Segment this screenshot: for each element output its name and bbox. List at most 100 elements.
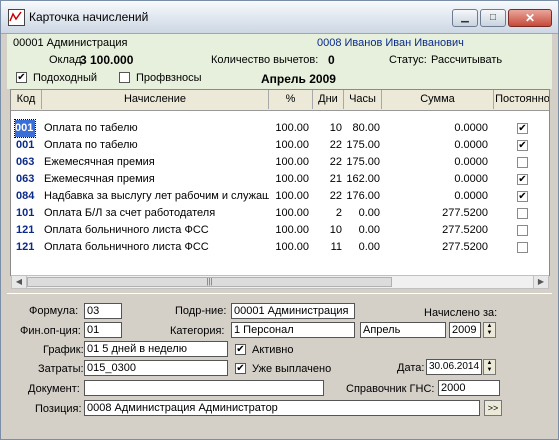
- cell-code: 121: [16, 241, 35, 253]
- cell-pct: 100.00: [275, 224, 309, 236]
- formula-label: Формула:: [29, 305, 79, 317]
- document-label: Документ:: [28, 383, 80, 395]
- col-header-days[interactable]: Дни: [313, 90, 344, 109]
- minimize-button[interactable]: ▁: [452, 9, 478, 27]
- cell-sum: 0.0000: [454, 139, 488, 151]
- permanent-checkbox[interactable]: ✔: [517, 174, 528, 185]
- cell-name: Оплата по табелю: [44, 139, 138, 151]
- cell-code: 001: [16, 139, 35, 151]
- spin-down-icon[interactable]: ▼: [484, 330, 495, 337]
- cell-name: Оплата больничного листа ФСС: [44, 241, 209, 253]
- window-title: Карточка начислений: [29, 10, 149, 24]
- year-spinner[interactable]: ▲ ▼: [483, 322, 496, 338]
- maximize-button[interactable]: □: [480, 9, 506, 27]
- finop-label: Фин.оп-ция:: [20, 325, 81, 337]
- cell-days: 22: [329, 156, 342, 168]
- already-paid-checkbox[interactable]: ✔: [235, 363, 246, 374]
- date-label: Дата:: [397, 362, 425, 374]
- cell-name: Оплата больничного листа ФСС: [44, 224, 209, 236]
- permanent-checkbox[interactable]: ✔: [517, 191, 528, 202]
- app-icon: [8, 9, 25, 26]
- category-field[interactable]: 1 Персонал: [231, 322, 355, 338]
- col-header-hours[interactable]: Часы: [344, 90, 382, 109]
- accruals-grid[interactable]: Код Начисление % Дни Часы Сумма Постоянн…: [10, 89, 550, 276]
- permanent-checkbox[interactable]: [517, 242, 528, 253]
- col-header-permanent[interactable]: Постоянно: [494, 90, 549, 109]
- table-row[interactable]: 001 Оплата по табелю 100.00 10 80.00 0.0000 ✔: [11, 119, 549, 138]
- spin-down-icon[interactable]: ▼: [484, 367, 495, 374]
- position-label: Позиция:: [35, 403, 82, 415]
- cell-days: 10: [329, 224, 342, 236]
- cell-pct: 100.00: [275, 139, 309, 151]
- cell-sum: 277.5200: [442, 207, 488, 219]
- unit-field[interactable]: 00001 Администрация: [231, 303, 355, 319]
- position-lookup-button[interactable]: >>: [484, 400, 502, 416]
- permanent-checkbox[interactable]: [517, 157, 528, 168]
- cell-pct: 100.00: [275, 122, 309, 134]
- cell-name: Оплата Б/Л за счет работодателя: [44, 207, 216, 219]
- table-row[interactable]: 063 Ежемесячная премия 100.00 21 162.00 0.000…: [11, 171, 549, 188]
- table-row[interactable]: 063 Ежемесячная премия 100.00 22 175.00 0.000…: [11, 154, 549, 171]
- spin-up-icon[interactable]: ▲: [484, 323, 495, 330]
- status-value: Рассчитывать: [431, 54, 503, 66]
- gns-label: Справочник ГНС:: [346, 383, 435, 395]
- close-button[interactable]: ✕: [508, 9, 552, 27]
- employee-name[interactable]: 0008 Иванов Иван Иванович: [317, 37, 464, 49]
- costs-label: Затраты:: [38, 363, 84, 375]
- cell-hours: 176.00: [346, 190, 380, 202]
- scroll-thumb[interactable]: |||: [27, 277, 392, 287]
- costs-field[interactable]: 015_0300: [84, 360, 228, 376]
- table-row[interactable]: 121 Оплата больничного листа ФСС 100.00 10 0…: [11, 222, 549, 239]
- active-checkbox[interactable]: ✔: [235, 344, 246, 355]
- cell-hours: 0.00: [358, 241, 380, 253]
- date-spinner[interactable]: ▲ ▼: [483, 359, 496, 375]
- schedule-label: График:: [43, 344, 84, 356]
- table-row[interactable]: 101 Оплата Б/Л за счет работодателя 100.00…: [11, 205, 549, 222]
- cell-days: 22: [329, 190, 342, 202]
- grid-horizontal-scrollbar[interactable]: ◀ ||| ▶: [11, 275, 549, 289]
- table-row[interactable]: 084 Надбавка за выслугу лет рабочим и слу…: [11, 188, 549, 205]
- table-row[interactable]: 121 Оплата больничного листа ФСС 100.00 11 0…: [11, 239, 549, 256]
- cell-hours: 80.00: [352, 122, 380, 134]
- scroll-left-arrow-icon[interactable]: ◀: [12, 276, 27, 288]
- year-field[interactable]: 2009: [449, 322, 481, 338]
- cell-hours: 162.00: [346, 173, 380, 185]
- document-field[interactable]: [84, 380, 324, 396]
- formula-field[interactable]: 03: [84, 303, 122, 319]
- cell-sum: 0.0000: [454, 173, 488, 185]
- permanent-checkbox[interactable]: [517, 208, 528, 219]
- period-label: Апрель 2009: [261, 72, 336, 86]
- accrued-for-label: Начислено за:: [424, 307, 498, 319]
- salary-label: Оклад: [49, 54, 82, 66]
- table-row[interactable]: 001 Оплата по табелю 100.00 22 175.00 0.0000 ✔: [11, 137, 549, 154]
- income-tax-checkbox[interactable]: ✔: [16, 72, 27, 83]
- cell-code: 001: [14, 119, 36, 138]
- cell-hours: 0.00: [358, 207, 380, 219]
- details-panel: Формула: 03 Подр-ние: 00001 Администраци…: [7, 293, 552, 435]
- title-bar[interactable]: Карточка начислений ▁ □ ✕: [1, 1, 558, 34]
- col-header-code[interactable]: Код: [11, 90, 42, 109]
- month-field[interactable]: Апрель: [360, 322, 446, 338]
- permanent-checkbox[interactable]: [517, 225, 528, 236]
- col-header-sum[interactable]: Сумма: [382, 90, 494, 109]
- permanent-checkbox[interactable]: ✔: [517, 140, 528, 151]
- schedule-field[interactable]: 01 5 дней в неделю: [84, 341, 228, 357]
- permanent-checkbox[interactable]: ✔: [517, 123, 528, 134]
- cell-pct: 100.00: [275, 156, 309, 168]
- finop-field[interactable]: 01: [84, 322, 122, 338]
- position-field[interactable]: 0008 Администрация Администратор: [84, 400, 480, 416]
- cell-name: Оплата по табелю: [44, 122, 138, 134]
- union-dues-checkbox[interactable]: [119, 72, 130, 83]
- cell-hours: 0.00: [358, 224, 380, 236]
- col-header-percent[interactable]: %: [269, 90, 313, 109]
- grid-header: Код Начисление % Дни Часы Сумма Постоянн…: [11, 90, 549, 111]
- deductions-value: 0: [328, 53, 335, 67]
- cell-sum: 0.0000: [454, 156, 488, 168]
- active-label: Активно: [252, 344, 294, 356]
- unit-label: Подр-ние:: [175, 305, 227, 317]
- gns-field[interactable]: 2000: [438, 380, 500, 396]
- date-field[interactable]: 30.06.2014: [426, 359, 482, 375]
- spin-up-icon[interactable]: ▲: [484, 360, 495, 367]
- scroll-right-arrow-icon[interactable]: ▶: [533, 276, 548, 288]
- col-header-accrual[interactable]: Начисление: [42, 90, 269, 109]
